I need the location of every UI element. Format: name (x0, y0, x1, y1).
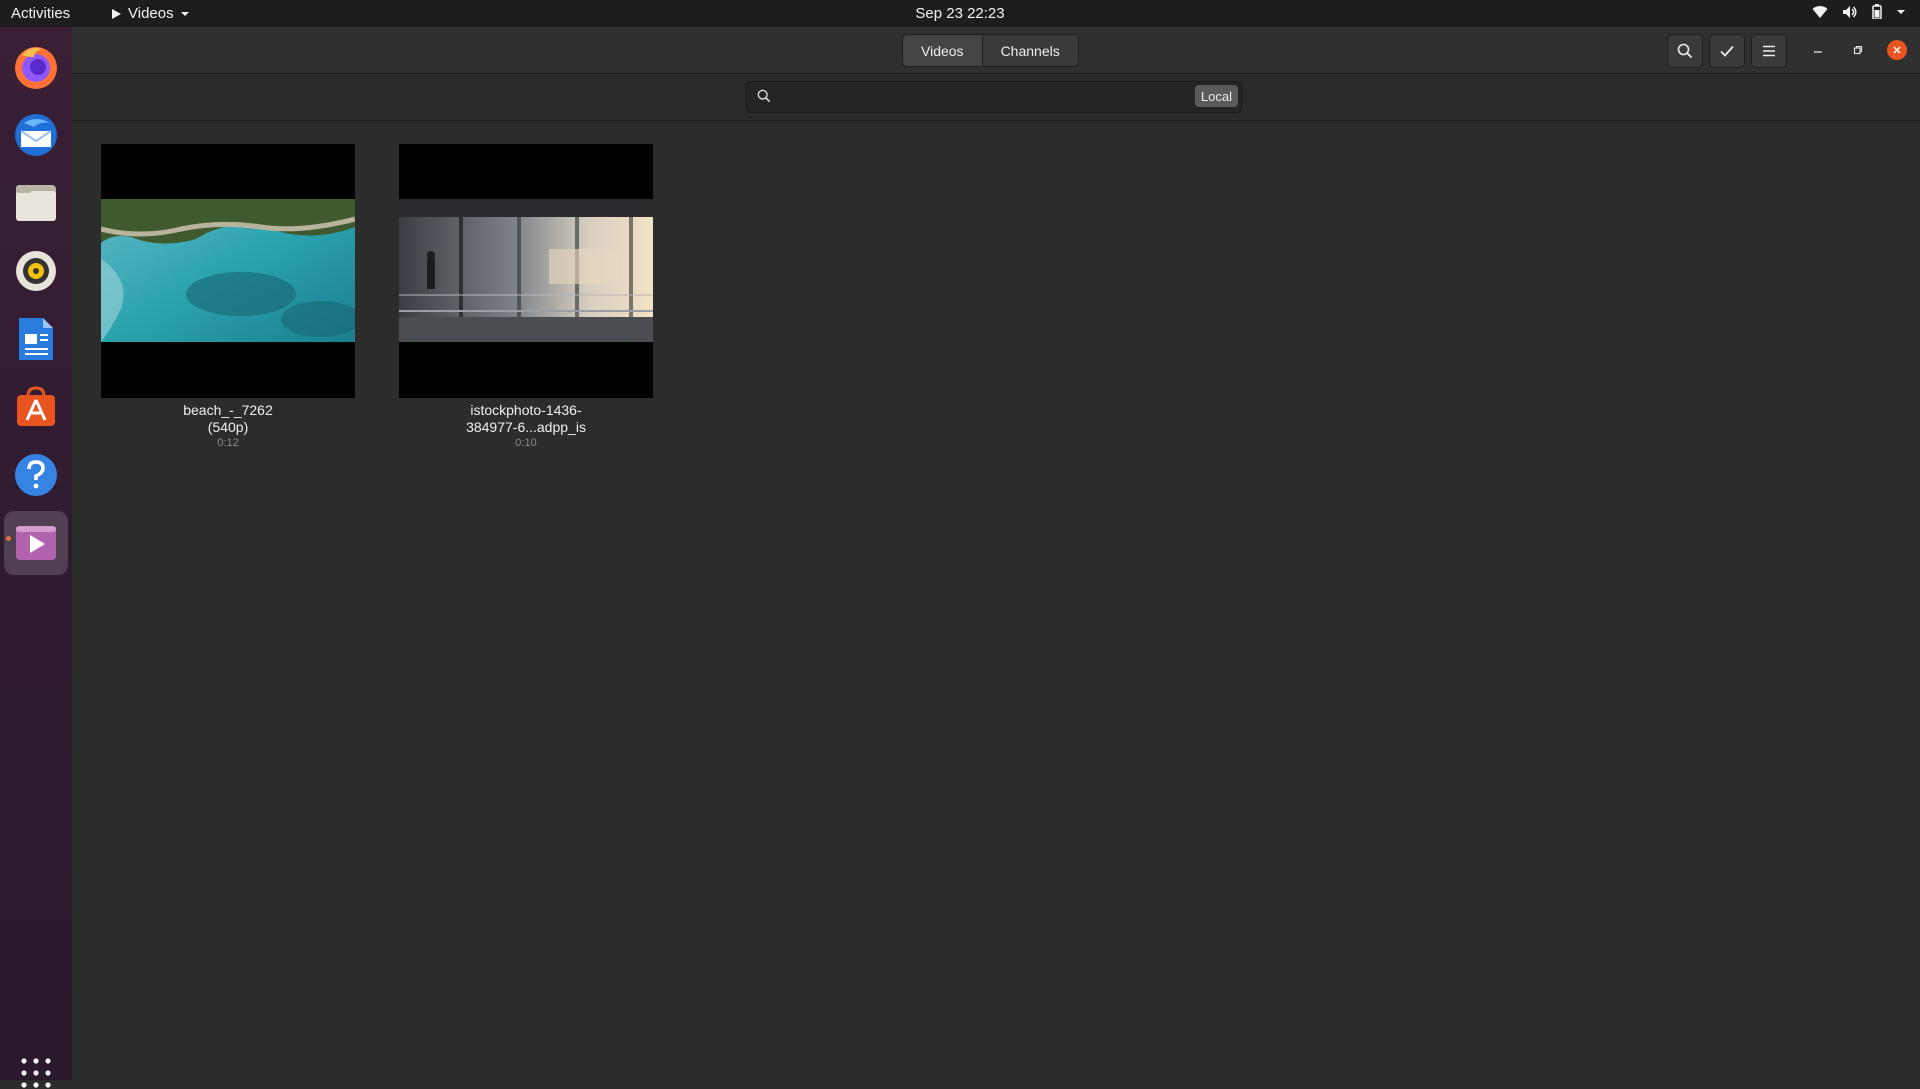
video-title: beach_-_7262 (540p) (183, 402, 273, 435)
video-thumbnail[interactable] (101, 144, 355, 398)
dock-videos[interactable] (4, 511, 68, 575)
search-entry[interactable]: Local (746, 81, 1242, 113)
dock-files[interactable] (4, 171, 68, 235)
dock-thunderbird[interactable] (4, 103, 68, 167)
wifi-icon (1812, 5, 1828, 18)
rhythmbox-icon (16, 251, 56, 291)
video-grid: beach_-_7262 (540p) 0:12 istockphoto-143… (72, 121, 1920, 1080)
hamburger-menu-icon (1763, 45, 1775, 57)
search-bar: Local (72, 74, 1920, 121)
dock (0, 27, 72, 1088)
minimize-icon (1814, 51, 1822, 53)
select-button[interactable] (1709, 34, 1745, 68)
volume-icon (1843, 5, 1857, 18)
software-store-icon (17, 386, 55, 426)
video-title: istockphoto-1436- 384977-6...adpp_is (466, 402, 586, 435)
system-tray[interactable] (1812, 4, 1906, 19)
help-icon (15, 454, 57, 496)
search-input[interactable] (781, 86, 1145, 108)
writer-icon (19, 318, 53, 360)
clock[interactable]: Sep 23 22:23 (0, 5, 1920, 22)
chevron-down-icon (1897, 9, 1905, 14)
minimize-button[interactable] (1808, 40, 1828, 60)
thunderbird-icon (15, 114, 57, 156)
view-switcher: Videos Channels (902, 34, 1079, 67)
dock-ubuntu-software[interactable] (4, 375, 68, 439)
search-icon (1677, 43, 1693, 59)
source-selector-button[interactable]: Local (1194, 85, 1238, 107)
video-duration: 0:12 (217, 437, 239, 449)
close-button[interactable] (1887, 40, 1907, 60)
top-bar: Activities Videos Sep 23 22:23 (0, 0, 1920, 27)
video-item[interactable]: beach_-_7262 (540p) 0:12 (101, 144, 355, 449)
videos-icon (16, 526, 56, 560)
show-applications-icon[interactable] (20, 1057, 52, 1089)
dock-help[interactable] (4, 443, 68, 507)
files-icon (16, 185, 56, 221)
search-icon (757, 89, 771, 103)
dock-rhythmbox[interactable] (4, 239, 68, 303)
restore-icon (1853, 45, 1863, 55)
office-window-thumbnail (399, 199, 653, 342)
video-item[interactable]: istockphoto-1436- 384977-6...adpp_is 0:1… (399, 144, 653, 449)
aerial-beach-thumbnail (101, 199, 355, 342)
close-icon (1893, 46, 1901, 54)
main-menu-button[interactable] (1751, 34, 1787, 68)
checkmark-icon (1720, 45, 1734, 57)
header-bar: Videos Channels (72, 27, 1920, 74)
firefox-icon (15, 47, 57, 89)
video-duration: 0:10 (515, 437, 537, 449)
maximize-button[interactable] (1848, 40, 1868, 60)
search-button[interactable] (1667, 34, 1703, 68)
battery-icon (1872, 4, 1882, 19)
video-thumbnail[interactable] (399, 144, 653, 398)
tab-channels[interactable]: Channels (982, 34, 1079, 67)
dock-firefox[interactable] (4, 35, 68, 99)
tab-videos[interactable]: Videos (902, 34, 983, 67)
dock-writer[interactable] (4, 307, 68, 371)
